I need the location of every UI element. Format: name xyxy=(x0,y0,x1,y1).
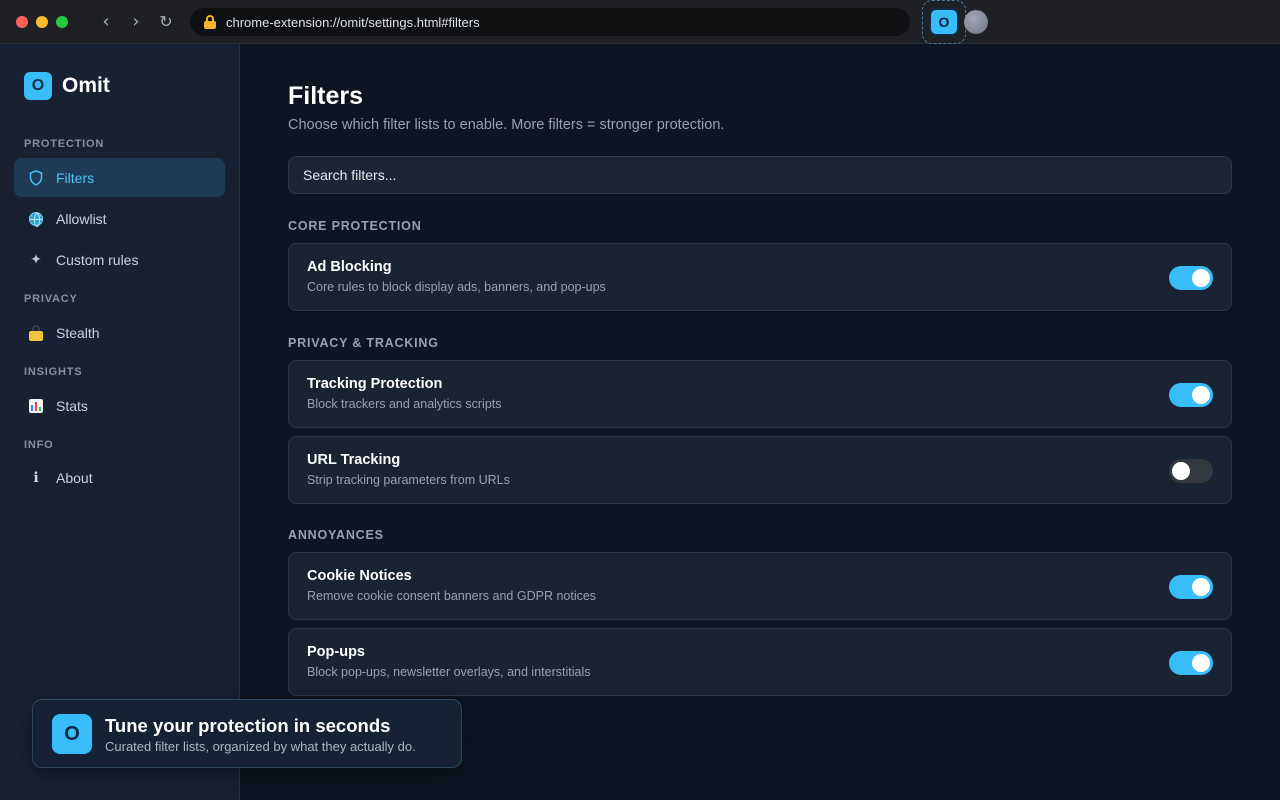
filter-card-ad-blocking: Ad Blocking Core rules to block display … xyxy=(288,243,1232,311)
filter-card-url-tracking: URL Tracking Strip tracking parameters f… xyxy=(288,436,1232,504)
sidebar: O Omit PROTECTION Filters Allowlist ✦ Cu… xyxy=(0,44,240,800)
url-text: chrome-extension://omit/settings.html#fi… xyxy=(226,14,480,30)
filter-title: URL Tracking xyxy=(307,452,401,468)
lock-icon xyxy=(28,324,44,341)
filter-title: Tracking Protection xyxy=(307,376,443,392)
sidebar-item-stealth[interactable]: Stealth xyxy=(14,313,225,352)
filter-description: Block trackers and analytics scripts xyxy=(307,397,502,411)
extension-icon[interactable]: O xyxy=(929,8,959,36)
globe-icon xyxy=(28,211,44,227)
sidebar-item-about[interactable]: ℹ About xyxy=(14,458,225,497)
sidebar-item-label: Allowlist xyxy=(56,210,107,227)
sidebar-item-label: Filters xyxy=(56,169,95,186)
toast-title: Tune your protection in seconds xyxy=(105,715,391,736)
page-subtitle: Choose which filter lists to enable. Mor… xyxy=(288,117,725,133)
toggle-knob xyxy=(1192,386,1210,404)
filter-title: Cookie Notices xyxy=(307,568,412,584)
sidebar-item-allowlist[interactable]: Allowlist xyxy=(14,199,225,238)
filter-description: Core rules to block display ads, banners… xyxy=(307,280,606,294)
toggle-knob xyxy=(1192,269,1210,287)
brand-name: Omit xyxy=(62,74,110,97)
section-label-protection: PROTECTION xyxy=(24,138,105,150)
browser-toolbar: ‹ › ↻ chrome-extension://omit/settings.h… xyxy=(0,0,1280,44)
brand-logo: O xyxy=(24,72,52,100)
filter-title: Pop-ups xyxy=(307,644,365,660)
profile-avatar[interactable] xyxy=(964,10,988,34)
toggle-knob xyxy=(1192,654,1210,672)
sidebar-item-label: Stats xyxy=(56,397,88,414)
sidebar-item-stats[interactable]: Stats xyxy=(14,386,225,425)
sidebar-item-label: Custom rules xyxy=(56,251,139,268)
minimize-window-button[interactable] xyxy=(36,16,48,28)
lock-icon xyxy=(204,15,216,29)
url-tracking-toggle[interactable] xyxy=(1169,459,1213,483)
section-label-privacy: PRIVACY xyxy=(24,293,78,305)
toggle-knob xyxy=(1192,578,1210,596)
ad-blocking-toggle[interactable] xyxy=(1169,266,1213,290)
page-title: Filters xyxy=(288,82,364,110)
back-icon[interactable]: ‹ xyxy=(95,10,117,34)
sidebar-item-filters[interactable]: Filters xyxy=(14,158,225,197)
filter-description: Block pop-ups, newsletter overlays, and … xyxy=(307,665,591,679)
filter-description: Remove cookie consent banners and GDPR n… xyxy=(307,589,597,603)
sidebar-item-custom-rules[interactable]: ✦ Custom rules xyxy=(14,240,225,279)
toggle-knob xyxy=(1172,462,1190,480)
search-input[interactable] xyxy=(288,156,1232,194)
cookie-notices-toggle[interactable] xyxy=(1169,575,1213,599)
filter-description: Strip tracking parameters from URLs xyxy=(307,473,510,487)
section-label-info: INFO xyxy=(24,439,54,451)
sparkle-icon: ✦ xyxy=(30,251,42,268)
close-window-button[interactable] xyxy=(16,16,28,28)
filter-card-pop-ups: Pop-ups Block pop-ups, newsletter overla… xyxy=(288,628,1232,696)
bar-chart-icon xyxy=(28,398,44,414)
filter-card-cookie-notices: Cookie Notices Remove cookie consent ban… xyxy=(288,552,1232,620)
section-label-insights: INSIGHTS xyxy=(24,366,83,378)
onboarding-toast: O Tune your protection in seconds Curate… xyxy=(32,699,462,768)
maximize-window-button[interactable] xyxy=(56,16,68,28)
group-label-privacy-tracking: PRIVACY & TRACKING xyxy=(288,336,439,350)
sidebar-item-label: Stealth xyxy=(56,324,100,341)
forward-icon[interactable]: › xyxy=(125,10,147,34)
filter-title: Ad Blocking xyxy=(307,259,392,275)
info-icon: ℹ xyxy=(33,469,39,486)
reload-icon[interactable]: ↻ xyxy=(155,10,177,34)
sidebar-item-label: About xyxy=(56,469,93,486)
brand: O Omit xyxy=(24,72,110,100)
tracking-protection-toggle[interactable] xyxy=(1169,383,1213,407)
toast-subtitle: Curated filter lists, organized by what … xyxy=(105,739,416,754)
main-content: Filters Choose which filter lists to ena… xyxy=(241,44,1280,800)
toast-logo: O xyxy=(52,714,92,754)
filter-card-tracking-protection: Tracking Protection Block trackers and a… xyxy=(288,360,1232,428)
address-bar[interactable]: chrome-extension://omit/settings.html#fi… xyxy=(190,8,910,36)
group-label-core-protection: CORE PROTECTION xyxy=(288,219,422,233)
shield-icon xyxy=(28,169,44,186)
pop-ups-toggle[interactable] xyxy=(1169,651,1213,675)
group-label-annoyances: ANNOYANCES xyxy=(288,528,384,542)
